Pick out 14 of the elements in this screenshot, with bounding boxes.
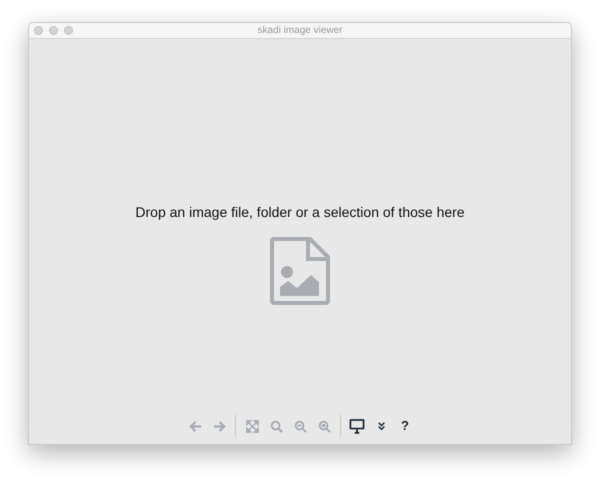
zoom-in-icon — [318, 420, 330, 432]
window-title: skadi image viewer — [257, 24, 343, 38]
monitor-icon — [349, 418, 365, 434]
help-button[interactable]: ? — [393, 414, 417, 438]
close-button[interactable] — [34, 26, 43, 35]
image-file-icon — [270, 237, 330, 305]
minimize-button[interactable] — [49, 26, 58, 35]
zoom-out-icon — [294, 420, 306, 432]
forward-arrow-icon — [212, 420, 226, 432]
drop-message: Drop an image file, folder or a selection of those here — [135, 203, 465, 222]
zoom-button[interactable] — [64, 26, 73, 35]
expand-icon — [246, 420, 258, 432]
back-arrow-icon — [188, 420, 202, 432]
search-icon — [270, 420, 282, 432]
